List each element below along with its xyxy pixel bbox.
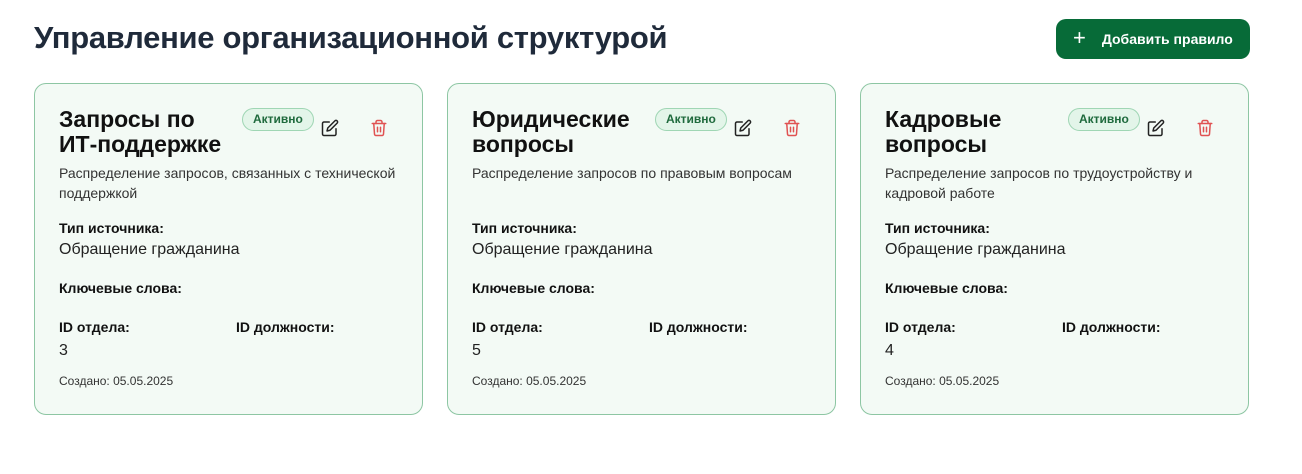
keywords-label: Ключевые слова:	[59, 280, 182, 296]
card-title: Кадровые вопросы	[885, 106, 1002, 157]
position-id-label: ID должности:	[649, 319, 748, 335]
department-id-value: 3	[59, 342, 68, 359]
card-description: Распределение запросов по правовым вопро…	[472, 165, 792, 181]
edit-icon[interactable]	[1147, 119, 1165, 137]
page-title: Управление организационной структурой	[34, 20, 668, 55]
delete-icon[interactable]	[783, 119, 801, 137]
created-date: Создано: 05.05.2025	[59, 374, 174, 388]
source-type-value: Обращение гражданина	[59, 241, 240, 258]
edit-icon[interactable]	[734, 119, 752, 137]
source-type-value: Обращение гражданина	[885, 241, 1066, 258]
delete-icon[interactable]	[370, 119, 388, 137]
add-rule-button-label: Добавить правило	[1101, 31, 1233, 47]
rule-card: Кадровые вопросы Активно Распределение з…	[860, 83, 1249, 415]
add-rule-button[interactable]: + Добавить правило	[1056, 19, 1250, 59]
status-badge: Активно	[655, 108, 727, 131]
rule-card: Юридические вопросы Активно Распределени…	[447, 83, 836, 415]
card-title: Запросы по ИТ-поддержке	[59, 106, 222, 157]
position-id-label: ID должности:	[236, 319, 335, 335]
department-id-value: 5	[472, 342, 481, 359]
department-id-value: 4	[885, 342, 894, 359]
card-description: Распределение запросов, связанных с техн…	[59, 165, 396, 201]
rule-card: Запросы по ИТ-поддержке Активно Распреде…	[34, 83, 423, 415]
created-date: Создано: 05.05.2025	[885, 374, 1000, 388]
department-id-label: ID отдела:	[885, 319, 956, 335]
status-badge: Активно	[1068, 108, 1140, 131]
card-title: Юридические вопросы	[472, 106, 630, 157]
plus-icon: +	[1073, 25, 1086, 50]
status-badge: Активно	[242, 108, 314, 131]
card-description: Распределение запросов по трудоустройств…	[885, 165, 1193, 201]
keywords-label: Ключевые слова:	[885, 280, 1008, 296]
keywords-label: Ключевые слова:	[472, 280, 595, 296]
source-type-value: Обращение гражданина	[472, 241, 653, 258]
source-type-label: Тип источника:	[885, 220, 990, 236]
created-date: Создано: 05.05.2025	[472, 374, 587, 388]
source-type-label: Тип источника:	[472, 220, 577, 236]
department-id-label: ID отдела:	[59, 319, 130, 335]
position-id-label: ID должности:	[1062, 319, 1161, 335]
delete-icon[interactable]	[1196, 119, 1214, 137]
source-type-label: Тип источника:	[59, 220, 164, 236]
department-id-label: ID отдела:	[472, 319, 543, 335]
edit-icon[interactable]	[321, 119, 339, 137]
